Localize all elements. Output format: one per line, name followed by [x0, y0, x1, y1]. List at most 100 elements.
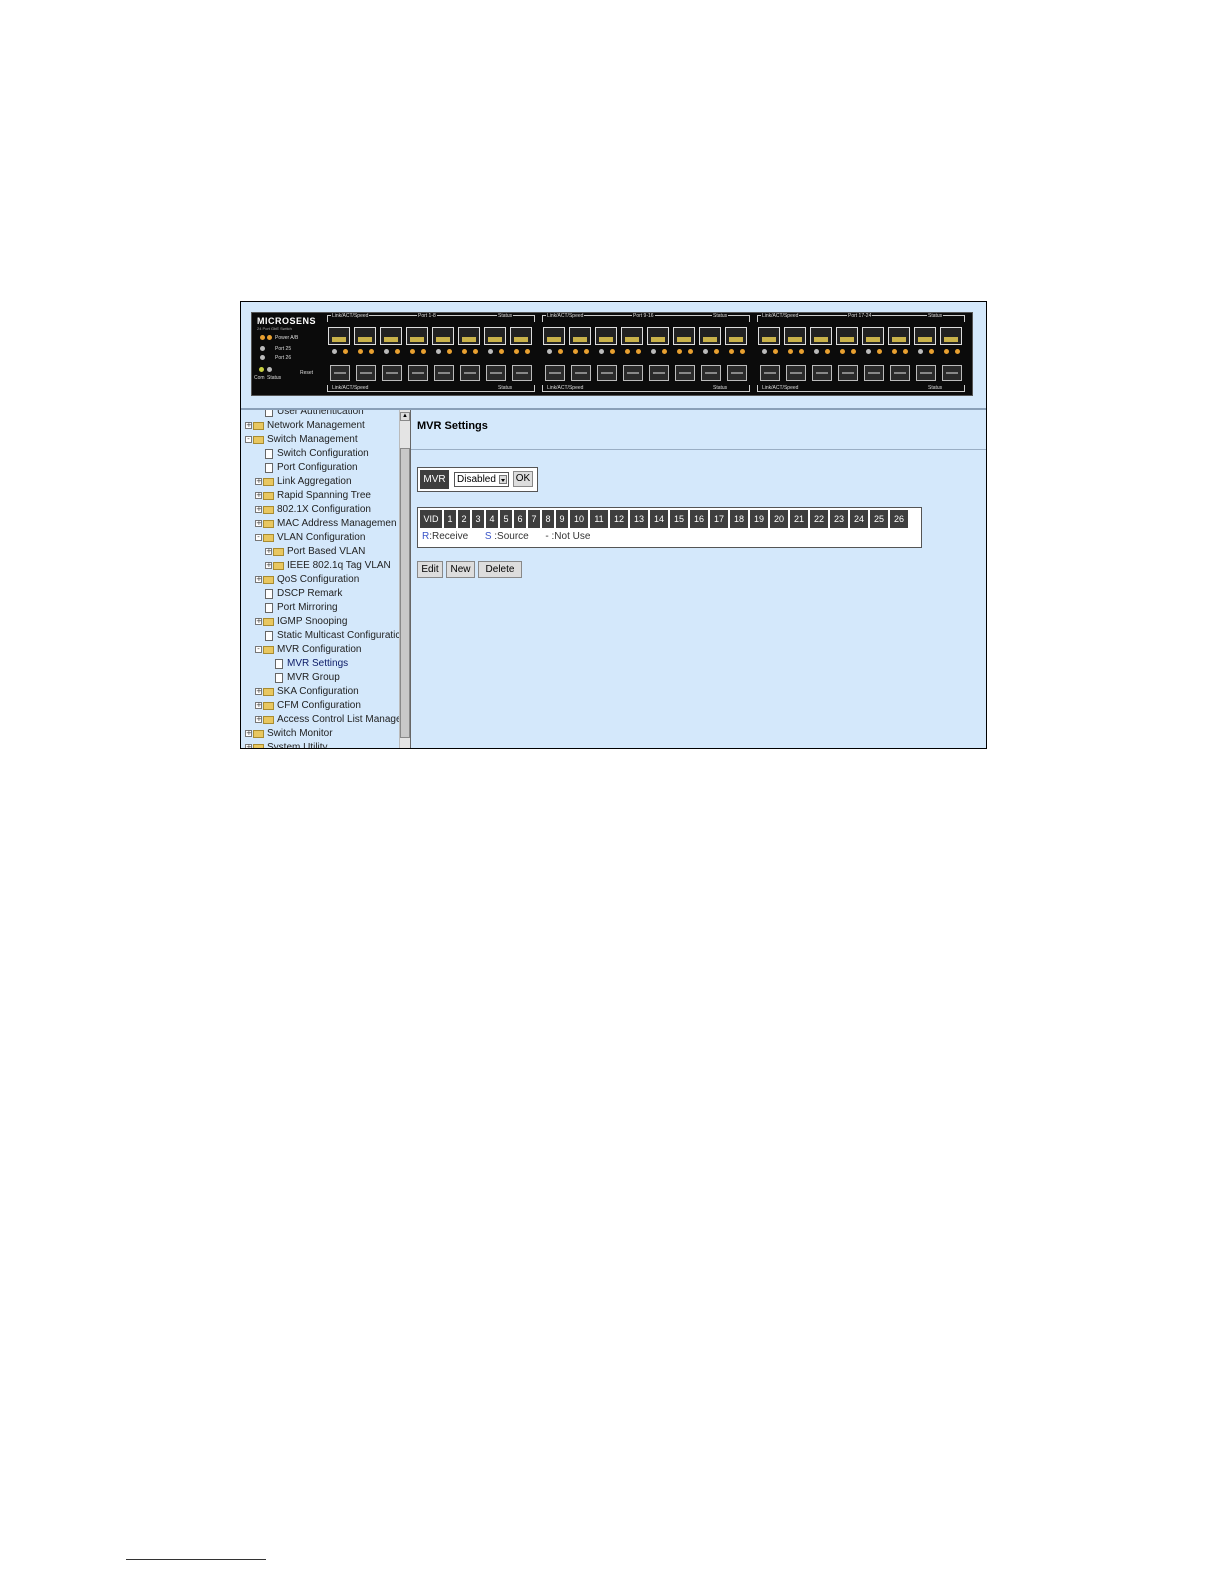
port-led: [903, 349, 908, 354]
link-act-speed-label: Link/ACT/Speed: [761, 313, 800, 319]
port-led: [421, 349, 426, 354]
folder-icon: [263, 702, 274, 710]
nav-item-label: Link Aggregation: [277, 476, 352, 487]
nav-item-mac-address-managemen[interactable]: + MAC Address Managemen: [245, 517, 400, 531]
port-led: [918, 349, 923, 354]
edit-button[interactable]: Edit: [417, 561, 443, 578]
dropdown-arrow-icon[interactable]: [499, 475, 507, 484]
nav-item-switch-management[interactable]: - Switch Management: [245, 433, 400, 447]
nav-item-system-utility[interactable]: + System Utility: [245, 741, 400, 748]
sfp-port: [786, 365, 806, 381]
nav-item-access-control-list-manage[interactable]: + Access Control List Manage: [245, 713, 402, 727]
title-divider: [411, 449, 986, 450]
collapse-icon[interactable]: -: [255, 646, 262, 653]
expand-icon[interactable]: +: [255, 478, 262, 485]
legend-source-text: :Source: [494, 531, 529, 542]
nav-item-user-authentication[interactable]: User Authentication: [245, 410, 400, 419]
nav-item-mvr-settings[interactable]: MVR Settings: [245, 657, 400, 671]
expand-icon[interactable]: +: [245, 744, 252, 748]
nav-item-label: Switch Monitor: [267, 728, 333, 739]
port-led: [825, 349, 830, 354]
nav-item-mvr-group[interactable]: MVR Group: [245, 671, 400, 685]
expand-icon[interactable]: +: [255, 576, 262, 583]
sfp-port: [408, 365, 428, 381]
nav-item-cfm-configuration[interactable]: + CFM Configuration: [245, 699, 400, 713]
rj45-port: [673, 327, 695, 345]
rj45-port: [543, 327, 565, 345]
port-group-17-24: Link/ACT/Speed Port 17-24 Status Link/ACT/S…: [757, 313, 967, 395]
rj45-port: [432, 327, 454, 345]
expand-icon[interactable]: +: [265, 562, 272, 569]
rj45-port: [810, 327, 832, 345]
nav-item-network-management[interactable]: + Network Management: [245, 419, 400, 433]
expand-icon[interactable]: +: [255, 688, 262, 695]
expand-icon[interactable]: +: [255, 618, 262, 625]
power-a-led: [260, 335, 265, 340]
nav-item-label: IEEE 802.1q Tag VLAN: [287, 560, 391, 571]
new-button[interactable]: New: [446, 561, 475, 578]
expand-icon[interactable]: +: [255, 506, 262, 513]
folder-icon: [253, 422, 264, 430]
nav-item-static-multicast-configuratic[interactable]: Static Multicast Configuratic: [245, 629, 400, 643]
nav-item-port-mirroring[interactable]: Port Mirroring: [245, 601, 400, 615]
port-led: [610, 349, 615, 354]
port-group-9-16: Link/ACT/Speed Port 9-16 Status Link/ACT/Sp…: [542, 313, 752, 395]
expand-icon[interactable]: +: [245, 422, 252, 429]
expand-icon[interactable]: +: [255, 716, 262, 723]
ok-button[interactable]: OK: [513, 471, 533, 487]
nav-item-mvr-configuration[interactable]: - MVR Configuration: [245, 643, 400, 657]
link-act-speed-label: Link/ACT/Speed: [331, 313, 370, 319]
mvr-state-select[interactable]: Disabled: [454, 472, 509, 487]
nav-scrollbar[interactable]: ▲: [399, 410, 410, 748]
port-led: [332, 349, 337, 354]
nav-tree-pane: User Authentication + Network Management - S…: [241, 410, 411, 748]
legend-notuse-text: :Not Use: [551, 531, 591, 542]
document-icon: [275, 659, 283, 669]
content-pane: MVR Settings MVR Disabled OK VID 1 2 3 4 5 6 7 8…: [411, 410, 986, 748]
nav-item-802-1x-configuration[interactable]: +802.1X Configuration: [245, 503, 400, 517]
nav-item-port-configuration[interactable]: Port Configuration: [245, 461, 400, 475]
port-led: [814, 349, 819, 354]
nav-item-qos-configuration[interactable]: + QoS Configuration: [245, 573, 400, 587]
nav-item-igmp-snooping[interactable]: + IGMP Snooping: [245, 615, 400, 629]
power-label: Power A/B: [275, 335, 299, 341]
expand-icon[interactable]: +: [255, 520, 262, 527]
scroll-thumb[interactable]: [400, 448, 410, 738]
nav-item-ieee-802-1q-tag-vlan[interactable]: + IEEE 802.1q Tag VLAN: [245, 559, 400, 573]
collapse-icon[interactable]: -: [245, 436, 252, 443]
port-led: [514, 349, 519, 354]
nav-item-switch-configuration[interactable]: Switch Configuration: [245, 447, 400, 461]
header-port: 13: [630, 510, 648, 528]
port-led: [703, 349, 708, 354]
expand-icon[interactable]: +: [255, 702, 262, 709]
link-act-speed-label: Link/ACT/Speed: [546, 385, 585, 391]
nav-item-label: MAC Address Managemen: [277, 518, 397, 529]
rj45-port: [406, 327, 428, 345]
document-icon: [275, 673, 283, 683]
expand-icon[interactable]: +: [265, 548, 272, 555]
nav-item-ska-configuration[interactable]: + SKA Configuration: [245, 685, 400, 699]
nav-tree: User Authentication + Network Management - S…: [245, 410, 402, 748]
collapse-icon[interactable]: -: [255, 534, 262, 541]
nav-item-rapid-spanning-tree[interactable]: + Rapid Spanning Tree: [245, 489, 400, 503]
nav-item-vlan-configuration[interactable]: - VLAN Configuration: [245, 531, 400, 545]
nav-item-link-aggregation[interactable]: + Link Aggregation: [245, 475, 400, 489]
com-led: [259, 367, 264, 372]
nav-item-label: Static Multicast Configuratic: [277, 630, 401, 641]
expand-icon[interactable]: +: [255, 492, 262, 499]
nav-item-switch-monitor[interactable]: + Switch Monitor: [245, 727, 400, 741]
scroll-up-arrow-icon[interactable]: ▲: [400, 412, 410, 421]
sfp-port: [916, 365, 936, 381]
delete-button[interactable]: Delete: [478, 561, 522, 578]
nav-item-dscp-remark[interactable]: DSCP Remark: [245, 587, 400, 601]
link-act-speed-label: Link/ACT/Speed: [546, 313, 585, 319]
header-port: 19: [750, 510, 768, 528]
nav-item-port-based-vlan[interactable]: + Port Based VLAN: [245, 545, 400, 559]
nav-item-label: Port Based VLAN: [287, 546, 366, 557]
port-led: [866, 349, 871, 354]
nav-item-label: Rapid Spanning Tree: [277, 490, 371, 501]
rj45-port: [784, 327, 806, 345]
expand-icon[interactable]: +: [245, 730, 252, 737]
header-port: 8: [542, 510, 554, 528]
port-led: [714, 349, 719, 354]
